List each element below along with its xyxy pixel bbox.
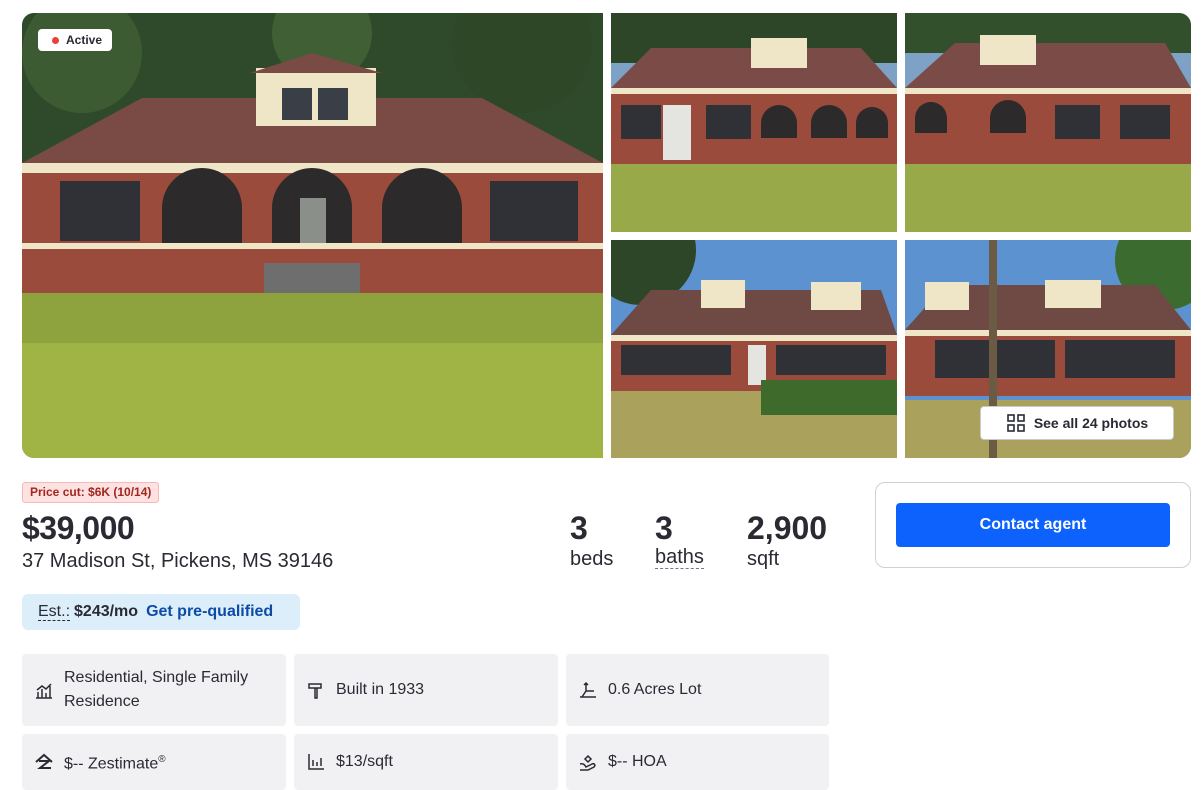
fact-year-built: Built in 1933: [294, 654, 558, 726]
fact-home-type-text: Residential, Single Family Residence: [64, 669, 249, 710]
fact-lot-size-text: 0.6 Acres Lot: [608, 681, 702, 698]
status-label: Active: [66, 33, 103, 47]
photo-gallery: Active See all 24 photos: [22, 13, 1191, 458]
gallery-photo-3[interactable]: [905, 13, 1191, 232]
building-chart-icon: [34, 680, 54, 700]
hammer-icon: [306, 680, 326, 700]
beds-value: 3: [570, 510, 588, 546]
status-dot-icon: [52, 36, 59, 44]
see-all-photos-label: See all 24 photos: [1033, 415, 1149, 431]
fact-price-per-sqft-text: $13/sqft: [336, 753, 393, 770]
estimate-amount: $243/mo: [74, 603, 139, 620]
fact-hoa: $-- HOA: [566, 734, 829, 790]
fact-zestimate: $-- Zestimate®: [22, 734, 286, 790]
stat-sqft: 2,900 sqft: [747, 510, 827, 572]
get-prequalified-link[interactable]: Get pre-qualified: [146, 603, 273, 621]
fact-year-built-text: Built in 1933: [336, 681, 425, 698]
status-badge: Active: [38, 29, 113, 51]
fact-zestimate-text: $-- Zestimate®: [64, 748, 166, 776]
sqft-label: sqft: [747, 548, 780, 570]
beds-label: beds: [570, 548, 614, 570]
contact-card: Contact agent: [875, 482, 1191, 568]
gallery-photo-4[interactable]: [611, 240, 897, 458]
sqft-value: 2,900: [747, 510, 828, 546]
listing-price: $39,000: [22, 510, 135, 546]
fact-lot-size: 0.6 Acres Lot: [566, 654, 829, 726]
estimate-label[interactable]: Est.:: [38, 603, 71, 621]
stat-baths[interactable]: 3 baths: [655, 510, 704, 569]
hoa-hands-icon: [578, 752, 598, 772]
contact-agent-button[interactable]: Contact agent: [896, 503, 1170, 547]
lot-size-icon: [578, 680, 598, 700]
zestimate-value: $-- Zestimate: [64, 755, 159, 773]
main-photo[interactable]: Active: [22, 13, 603, 458]
payment-estimate: Est.: $243/mo Get pre-qualified: [22, 594, 300, 630]
baths-value: 3: [655, 510, 673, 546]
fact-home-type: Residential, Single Family Residence: [22, 654, 286, 726]
registered-mark: ®: [158, 753, 166, 765]
see-all-photos-button[interactable]: See all 24 photos: [980, 406, 1174, 440]
baths-label[interactable]: baths: [655, 546, 704, 569]
price-cut-badge: Price cut: $6K (10/14): [22, 482, 160, 503]
price-per-sqft-icon: [306, 752, 326, 772]
grid-icon: [1006, 413, 1026, 433]
fact-hoa-text: $-- HOA: [608, 753, 667, 770]
zestimate-house-icon: [34, 752, 54, 772]
listing-address: 37 Madison St, Pickens, MS 39146: [22, 550, 334, 572]
fact-price-per-sqft: $13/sqft: [294, 734, 558, 790]
stat-beds: 3 beds: [570, 510, 613, 572]
gallery-photo-2[interactable]: [611, 13, 897, 232]
